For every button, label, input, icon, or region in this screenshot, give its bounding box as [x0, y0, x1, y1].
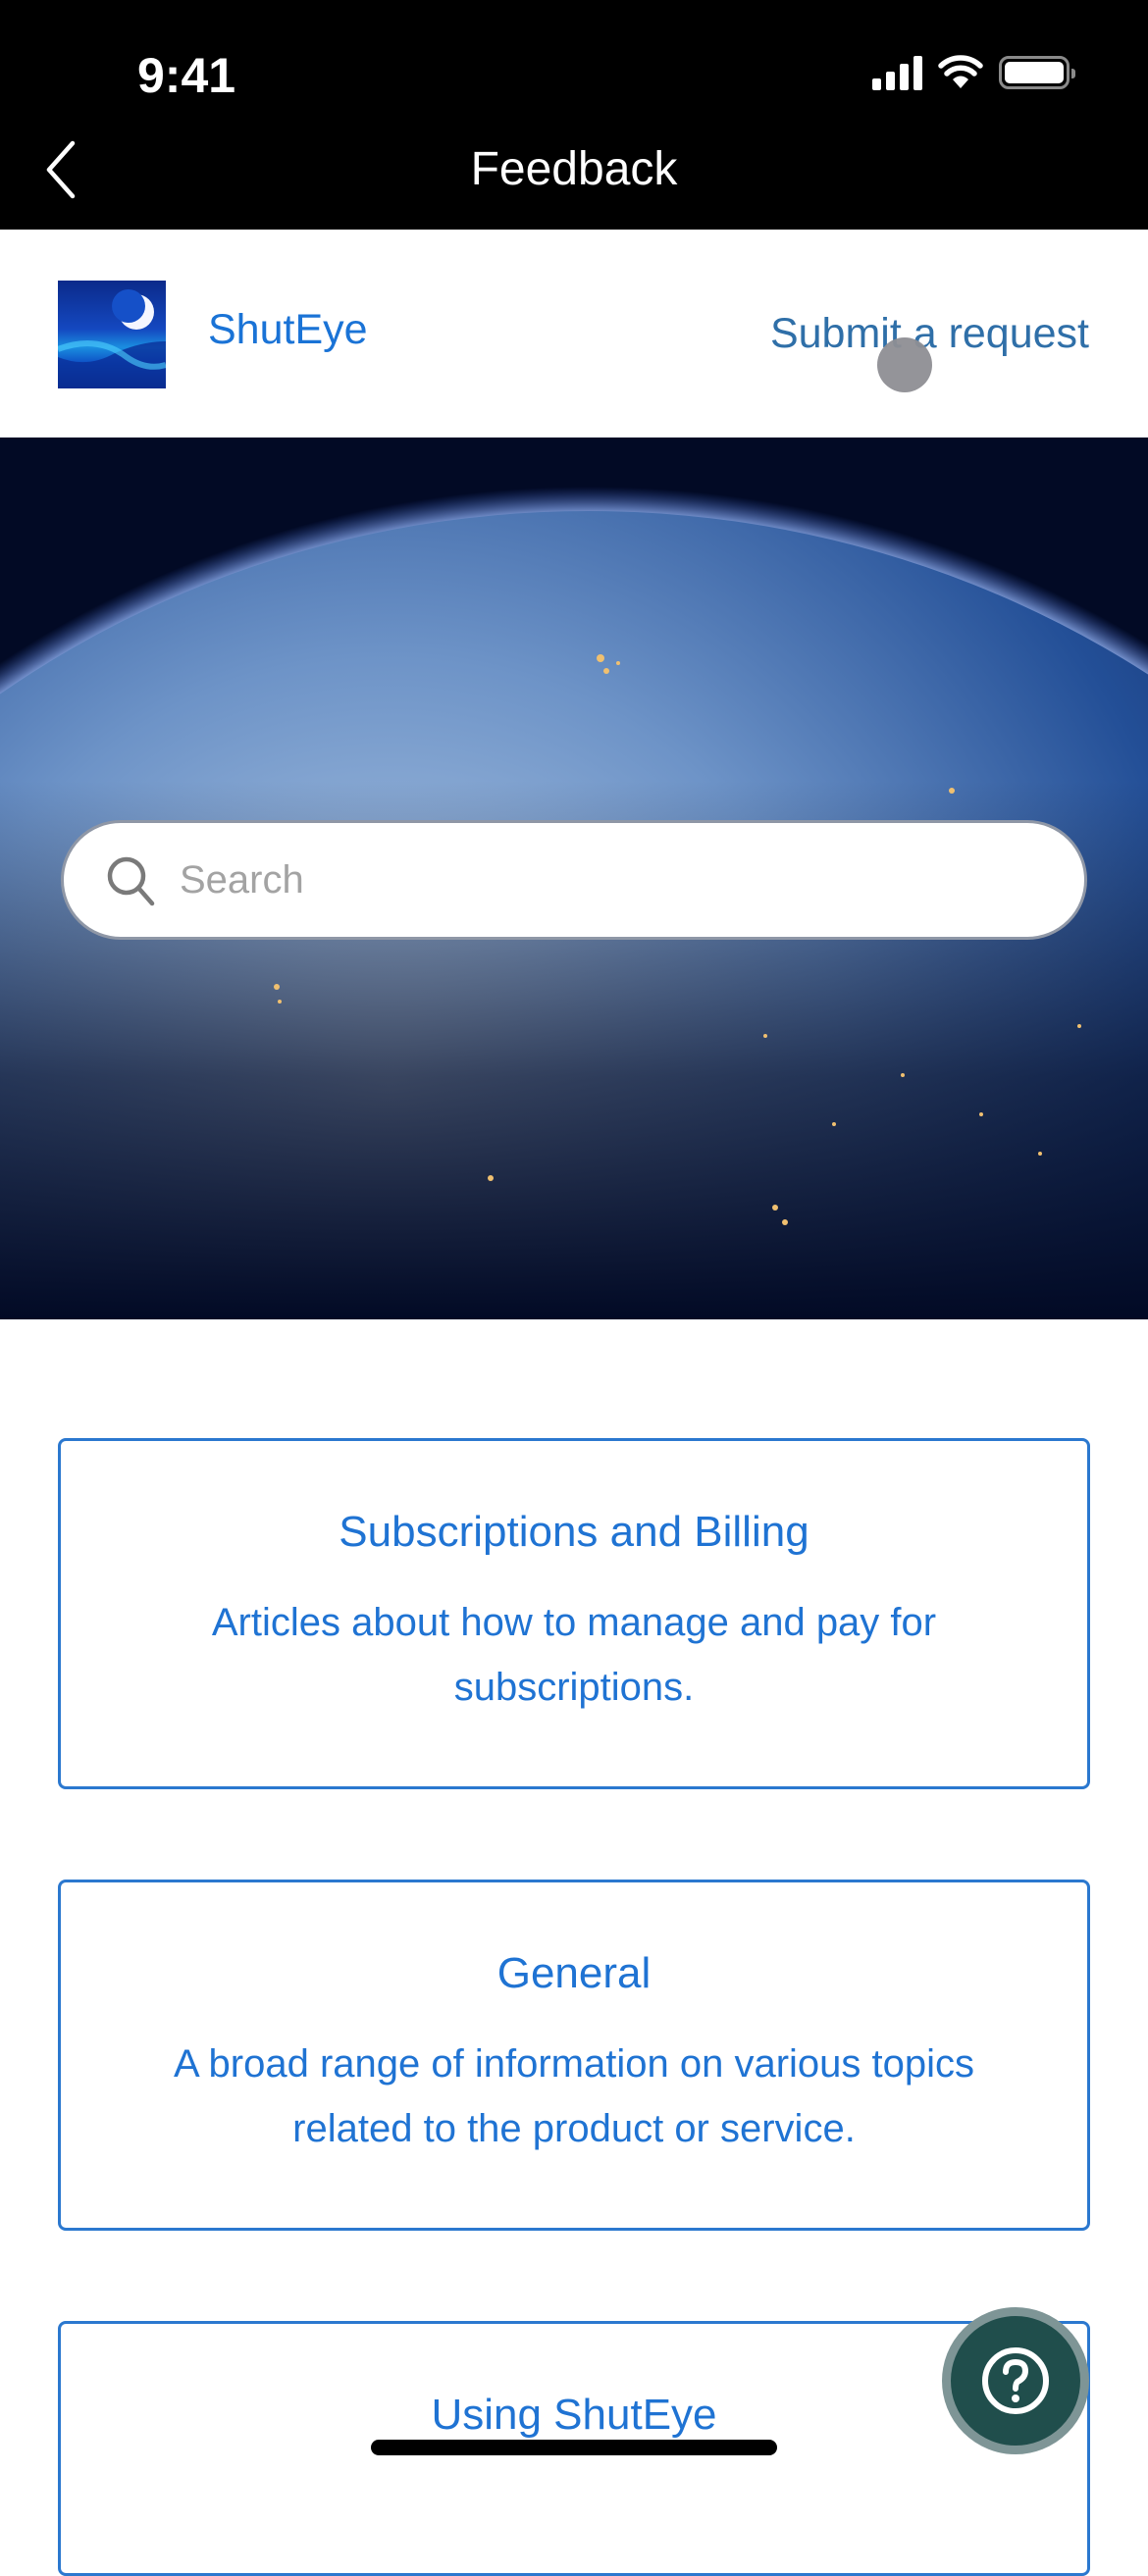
touch-indicator — [877, 337, 932, 392]
question-circle-icon — [982, 2347, 1049, 2414]
home-indicator[interactable] — [371, 2440, 777, 2455]
app-logo[interactable] — [58, 281, 166, 388]
status-time: 9:41 — [137, 48, 236, 103]
category-title: General — [496, 1949, 652, 1997]
help-button[interactable] — [942, 2307, 1089, 2454]
wifi-icon — [938, 55, 983, 88]
category-description: Articles about how to manage and pay for… — [211, 1601, 937, 1709]
cellular-signal-icon — [872, 55, 922, 90]
battery-icon — [999, 56, 1075, 89]
category-title: Using ShutEye — [431, 2391, 717, 2439]
top-bar: 9:41 Feedback — [0, 0, 1148, 230]
brand-name-link[interactable]: ShutEye — [208, 306, 368, 354]
moon-icon — [58, 289, 166, 388]
category-description: A broad range of information on various … — [173, 2042, 975, 2150]
search-bar[interactable] — [61, 820, 1087, 940]
category-card-general[interactable]: General A broad range of information on … — [58, 1880, 1090, 2231]
category-card-subscriptions-billing[interactable]: Subscriptions and Billing Articles about… — [58, 1438, 1090, 1789]
brand-header: ShutEye Submit a request — [0, 230, 1148, 438]
status-icons — [872, 55, 1075, 90]
search-icon — [107, 856, 155, 906]
hero-banner — [0, 438, 1148, 1319]
submit-request-link[interactable]: Submit a request — [770, 310, 1089, 358]
category-title: Subscriptions and Billing — [339, 1508, 809, 1556]
search-input[interactable] — [178, 856, 1016, 903]
page-title: Feedback — [470, 143, 678, 195]
